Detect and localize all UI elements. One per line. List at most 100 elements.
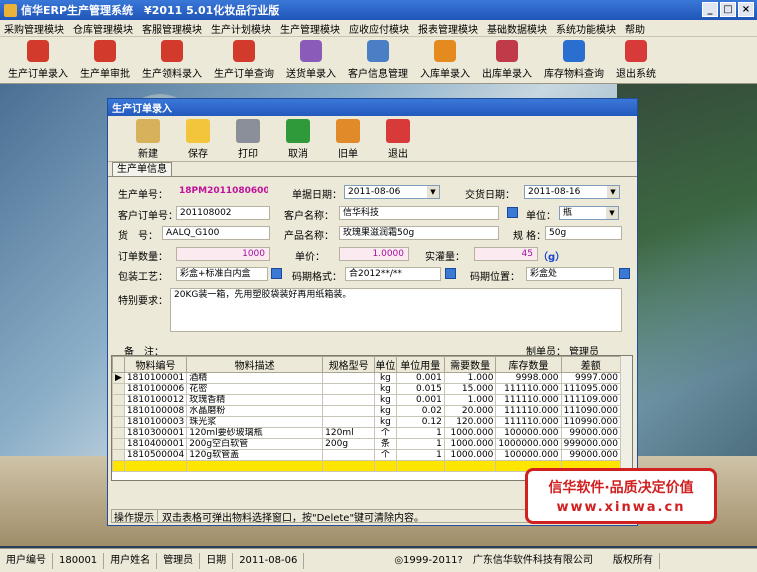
table-row[interactable]: 1810100006 花密 kg 0.015 15.000 111110.000 11109… (112, 383, 622, 395)
toolbar-button[interactable]: 生产订单查询 (214, 37, 274, 83)
menu-item[interactable]: 仓库管理模块 (73, 21, 133, 36)
grid-cell[interactable]: 玫瑰香精 (186, 394, 324, 406)
grid-cell[interactable]: 0.001 (395, 394, 445, 406)
grid-cell[interactable]: 1810500004 (123, 449, 188, 461)
grid-cell[interactable]: 1.000 (443, 394, 497, 406)
pack-picker-icon[interactable] (271, 268, 282, 279)
dialog-button[interactable]: 退出 (374, 116, 422, 161)
menu-item[interactable]: 客服管理模块 (142, 21, 202, 36)
code-fmt-input[interactable]: 合2012**/** (345, 267, 441, 281)
grid-cell[interactable]: 酒精 (186, 372, 324, 384)
toolbar-button[interactable]: 库存物料查询 (544, 37, 604, 83)
tab-order-info[interactable]: 生产单信息 (112, 162, 172, 176)
row-selector[interactable] (112, 383, 125, 395)
table-row[interactable]: 1810100003 珠光浆 kg 0.12 120.000 111110.000 1109… (112, 416, 622, 428)
grid-cell[interactable]: 15.000 (443, 383, 497, 395)
grid-cell[interactable]: 9998.000 (495, 372, 562, 384)
row-selector[interactable] (112, 405, 125, 417)
grid-cell[interactable]: 111109.000 (560, 394, 622, 406)
toolbar-button[interactable]: 生产单审批 (80, 37, 130, 83)
product-input[interactable]: 玫瑰果滋润霜50g (339, 226, 499, 240)
spec-input[interactable]: 50g (545, 226, 622, 240)
dialog-button[interactable]: 新建 (124, 116, 172, 161)
grid-cell[interactable]: 99000.000 (560, 449, 622, 461)
grid-scrollbar[interactable] (620, 356, 632, 480)
cust-name-input[interactable]: 信华科技 (339, 206, 499, 220)
toolbar-button[interactable]: 出库单录入 (482, 37, 532, 83)
grid-header[interactable]: 需要数量 (443, 356, 497, 373)
close-button[interactable]: × (738, 2, 754, 17)
maximize-button[interactable]: □ (720, 2, 736, 17)
menu-item[interactable]: 采购管理模块 (4, 21, 64, 36)
row-selector[interactable] (112, 427, 125, 439)
grid-header[interactable]: 规格型号 (322, 356, 376, 373)
grid-cell[interactable]: kg (374, 416, 397, 428)
menu-item[interactable]: 报表管理模块 (418, 21, 478, 36)
toolbar-button[interactable]: 生产领料录入 (142, 37, 202, 83)
grid-header[interactable]: 物料编号 (123, 356, 188, 373)
grid-cell[interactable] (322, 405, 376, 417)
table-row[interactable]: 1810100008 水晶磨粉 kg 0.02 20.000 111110.000 1110… (112, 405, 622, 417)
menu-item[interactable]: 系统功能模块 (556, 21, 616, 36)
menu-item[interactable]: 生产管理模块 (280, 21, 340, 36)
grid-cell[interactable]: 花密 (186, 383, 324, 395)
toolbar-button[interactable]: 客户信息管理 (348, 37, 408, 83)
grid-cell[interactable]: 0.12 (395, 416, 445, 428)
cust-order-input[interactable]: 201108002 (176, 206, 270, 220)
cust-picker-icon[interactable] (507, 207, 518, 218)
remark-input[interactable] (170, 342, 510, 356)
special-textarea[interactable]: 20KG装一箱，先用塑胶袋装好再用纸箱装。 (170, 288, 622, 332)
grid-cell[interactable]: 1810300001 (123, 427, 188, 439)
grid-cell[interactable]: 200g (322, 438, 376, 450)
grid-cell[interactable]: 1.000 (443, 372, 497, 384)
grid-cell[interactable]: 20.000 (443, 405, 497, 417)
grid-cell[interactable] (322, 416, 376, 428)
menu-item[interactable]: 帮助 (625, 21, 645, 36)
grid-cell[interactable]: 1810100008 (123, 405, 188, 417)
item-no-input[interactable]: AALQ_G100 (162, 226, 270, 240)
row-selector[interactable] (112, 438, 125, 450)
grid-cell[interactable]: 120ml要砂玻璃瓶 (186, 427, 324, 439)
grid-cell[interactable]: 个 (374, 449, 397, 461)
grid-cell[interactable] (322, 383, 376, 395)
grid-cell[interactable]: 111090.000 (560, 405, 622, 417)
dialog-button[interactable]: 旧单 (324, 116, 372, 161)
code-pos-input[interactable]: 彩盒处 (526, 267, 614, 281)
qty-input[interactable]: 1000 (176, 247, 270, 261)
grid-cell[interactable] (322, 394, 376, 406)
toolbar-button[interactable]: 退出系统 (616, 37, 656, 83)
grid-cell[interactable]: 111110.000 (495, 416, 562, 428)
grid-cell[interactable]: 0.001 (395, 372, 445, 384)
grid-cell[interactable]: 个 (374, 427, 397, 439)
grid-cell[interactable]: 1 (395, 427, 445, 439)
grid-cell[interactable]: kg (374, 372, 397, 384)
material-grid[interactable]: 物料编号 物料描述 规格型号 单位 单位用量 需要数量 库存数量 差额 ▶ 1810100001… (111, 355, 633, 481)
grid-cell[interactable]: 0.015 (395, 383, 445, 395)
dialog-button[interactable]: 取消 (274, 116, 322, 161)
grid-cell[interactable]: 110990.000 (560, 416, 622, 428)
grid-cell[interactable]: 111110.000 (495, 383, 562, 395)
grid-cell[interactable] (322, 372, 376, 384)
grid-cell[interactable]: 1000.000 (443, 438, 497, 450)
grid-cell[interactable]: 条 (374, 438, 397, 450)
price-input[interactable]: 1.0000 (339, 247, 409, 261)
menu-item[interactable]: 基础数据模块 (487, 21, 547, 36)
row-selector[interactable] (112, 449, 125, 461)
grid-cell[interactable]: kg (374, 394, 397, 406)
menu-item[interactable]: 应收应付模块 (349, 21, 409, 36)
grid-header[interactable]: 库存数量 (495, 356, 562, 373)
table-row[interactable]: 1810500004 120g软管盖 个 1 1000.000 100000.000 990… (112, 449, 622, 461)
pack-input[interactable]: 彩盒+标准白内盒 (176, 267, 268, 281)
grid-cell[interactable]: 120g软管盖 (186, 449, 324, 461)
code-pos-picker-icon[interactable] (619, 268, 630, 279)
grid-cell[interactable]: kg (374, 405, 397, 417)
grid-cell[interactable] (322, 449, 376, 461)
grid-cell[interactable]: 111110.000 (495, 394, 562, 406)
date-picker[interactable]: 2011-08-06 (344, 185, 440, 199)
promo-banner[interactable]: 信华软件·品质决定价值 www.xinwa.cn (525, 468, 717, 524)
grid-cell[interactable]: 1810100001 (123, 372, 188, 384)
unit-select[interactable]: 瓶 (559, 206, 619, 220)
grid-cell[interactable]: 111095.000 (560, 383, 622, 395)
dialog-button[interactable]: 保存 (174, 116, 222, 161)
grid-cell[interactable]: 200g空白软管 (186, 438, 324, 450)
